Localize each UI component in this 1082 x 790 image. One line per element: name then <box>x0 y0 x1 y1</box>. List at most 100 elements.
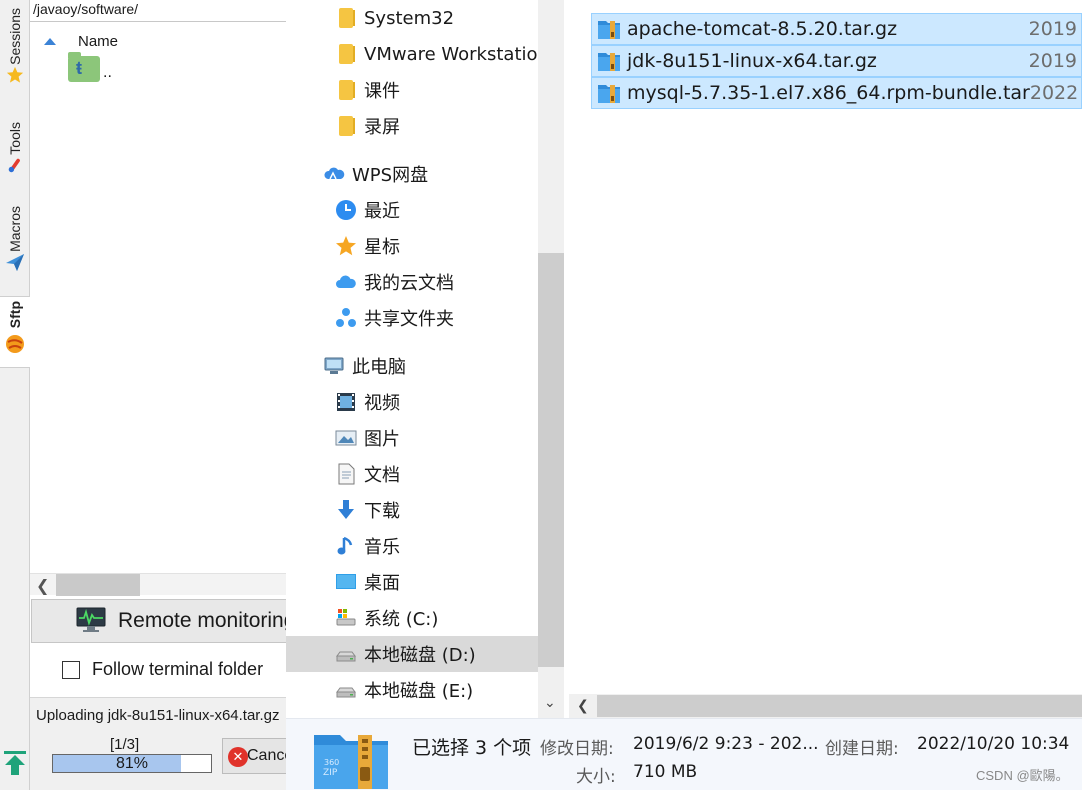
file-row[interactable]: apache-tomcat-8.5.20.tar.gz 2019 <box>591 13 1082 45</box>
zip-archive-icon: 360 ZIP <box>314 735 388 789</box>
nav-item-label: 文档 <box>364 465 400 486</box>
nav-item-label: 我的云文档 <box>364 273 454 294</box>
sftp-horizontal-scrollbar[interactable]: ❮ <box>30 573 286 596</box>
nav-item[interactable]: 本地磁盘 (E:) <box>286 672 538 708</box>
selection-summary: 已选择 3 个项 <box>412 737 532 759</box>
tab-tools-label: Tools <box>7 122 23 155</box>
star-icon <box>334 234 358 258</box>
monitor-icon <box>76 607 106 632</box>
parent-directory-row[interactable]: ŧ .. <box>68 52 112 82</box>
clock-icon <box>334 198 358 222</box>
file-picker-dialog: System32 VMware Workstation 课件 录屏 WPS网盘最近星标我… <box>286 0 1082 790</box>
navigation-scrollbar[interactable]: ⌄ <box>538 0 564 718</box>
modified-date-label: 修改日期: <box>540 739 614 759</box>
nav-item-label: WPS网盘 <box>352 165 429 186</box>
archive-file-icon <box>598 85 620 103</box>
tab-sftp-label: Sftp <box>7 301 23 329</box>
folder-icon <box>334 114 358 138</box>
nav-item-label: 音乐 <box>364 537 400 558</box>
nav-item[interactable]: 共享文件夹 <box>286 300 538 336</box>
svg-text:360: 360 <box>324 758 339 767</box>
nav-item[interactable]: 文档 <box>286 456 538 492</box>
folder-icon <box>334 78 358 102</box>
file-date: 2022 <box>1029 82 1079 104</box>
scroll-down-icon[interactable]: ⌄ <box>544 694 556 711</box>
nav-item[interactable]: 我的云文档 <box>286 264 538 300</box>
parent-folder-icon: ŧ <box>68 52 100 82</box>
nav-item-label: 此电脑 <box>352 357 406 378</box>
follow-terminal-checkbox[interactable] <box>62 660 80 679</box>
file-list-scrollbar-thumb[interactable] <box>597 695 1082 717</box>
file-list-horizontal-scrollbar[interactable]: ❮ <box>569 694 1082 718</box>
file-row[interactable]: mysql-5.7.35-1.el7.x86_64.rpm-bundle.tar… <box>591 77 1082 109</box>
file-name: apache-tomcat-8.5.20.tar.gz <box>627 18 898 40</box>
wrench-icon <box>5 155 25 175</box>
scroll-left-icon[interactable]: ❮ <box>36 576 49 596</box>
share-icon <box>334 306 358 330</box>
sort-ascending-icon <box>44 37 56 45</box>
file-row[interactable]: jdk-8u151-linux-x64.tar.gz 2019 <box>591 45 1082 77</box>
nav-item[interactable]: 视频 <box>286 384 538 420</box>
nav-item[interactable]: 课件 <box>286 72 538 108</box>
nav-item[interactable]: 此电脑 <box>286 348 538 384</box>
nav-item-label: 共享文件夹 <box>364 309 454 330</box>
scrollbar-thumb[interactable] <box>56 574 140 596</box>
nav-item-label: System32 <box>364 7 455 29</box>
remote-monitoring-button[interactable]: Remote monitoring <box>31 599 289 643</box>
nav-item[interactable]: 本地磁盘 (D:) <box>286 636 538 672</box>
nav-item-label: 星标 <box>364 237 400 258</box>
tab-macros-label: Macros <box>7 206 23 252</box>
system-drive-icon <box>334 606 358 630</box>
nav-item[interactable]: 音乐 <box>286 528 538 564</box>
nav-item-label: 系统 (C:) <box>364 609 439 630</box>
nav-item[interactable]: WPS网盘 <box>286 156 538 192</box>
tab-sftp[interactable]: Sftp <box>0 296 30 368</box>
name-column-header[interactable]: Name <box>44 31 118 51</box>
tab-macros[interactable]: Macros <box>0 206 30 272</box>
file-name: jdk-8u151-linux-x64.tar.gz <box>627 50 877 72</box>
download-icon <box>334 498 358 522</box>
upload-status-bar: Uploading jdk-8u151-linux-x64.tar.gz [1/… <box>4 697 288 790</box>
drive-icon <box>334 678 358 702</box>
archive-file-icon <box>598 53 620 71</box>
cancel-upload-button[interactable]: ✕ Cancel <box>222 738 288 774</box>
nav-item[interactable]: 录屏 <box>286 108 538 144</box>
nav-item-label: 桌面 <box>364 573 400 594</box>
nav-item[interactable]: System32 <box>286 0 538 36</box>
nav-item-label: VMware Workstation <box>364 43 538 65</box>
nav-item-label: 本地磁盘 (D:) <box>364 645 476 666</box>
remote-monitoring-label: Remote monitoring <box>118 609 289 632</box>
size-label: 大小: <box>576 767 616 787</box>
upload-file-counter: [1/3] <box>110 736 140 753</box>
scroll-left-icon[interactable]: ❮ <box>577 697 589 714</box>
sftp-ball-icon <box>5 334 25 354</box>
size-value: 710 MB <box>633 762 698 782</box>
follow-terminal-option[interactable]: Follow terminal folder <box>62 659 263 680</box>
nav-item[interactable]: 最近 <box>286 192 538 228</box>
nav-item[interactable]: VMware Workstation <box>286 36 538 72</box>
sftp-panel: /javaoy/software/ Name ŧ .. ❮ Remote mon… <box>4 0 289 790</box>
nav-item-label: 视频 <box>364 393 400 414</box>
tab-sessions[interactable]: Sessions <box>0 8 30 85</box>
cloud-icon <box>334 270 358 294</box>
nav-item[interactable]: 桌面 <box>286 564 538 600</box>
paper-plane-icon <box>5 252 25 272</box>
nav-item[interactable]: 图片 <box>286 420 538 456</box>
navigation-pane: System32 VMware Workstation 课件 录屏 WPS网盘最近星标我… <box>286 0 538 718</box>
parent-directory-label: .. <box>103 64 112 81</box>
tab-tools[interactable]: Tools <box>0 122 30 175</box>
video-icon <box>334 390 358 414</box>
folder-icon <box>334 6 358 30</box>
upload-progress-percent: 81% <box>115 755 149 772</box>
nav-item[interactable]: 系统 (C:) <box>286 600 538 636</box>
file-date: 2019 <box>1028 50 1077 72</box>
file-list: ❮ apache-tomcat-8.5.20.tar.gz 2019 jdk-8u1… <box>569 0 1082 718</box>
picture-icon <box>334 426 358 450</box>
folder-icon <box>334 42 358 66</box>
created-date-label: 创建日期: <box>825 739 899 759</box>
remote-path-field[interactable]: /javaoy/software/ <box>30 0 286 22</box>
navigation-scrollbar-thumb[interactable] <box>538 253 564 667</box>
name-column-label: Name <box>78 32 119 50</box>
nav-item[interactable]: 星标 <box>286 228 538 264</box>
nav-item[interactable]: 下载 <box>286 492 538 528</box>
